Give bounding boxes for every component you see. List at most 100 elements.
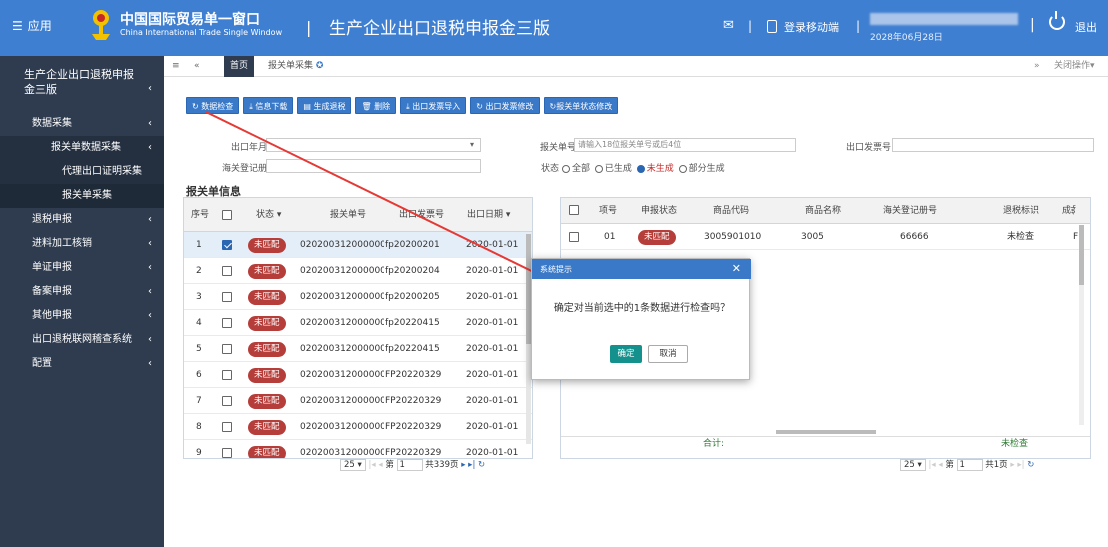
radio-label: 全部 bbox=[572, 164, 591, 174]
page-input[interactable]: 1 bbox=[956, 459, 983, 471]
table-row[interactable]: 01 未匹配 3005901010 3005 66666 未检查 F bbox=[561, 224, 1090, 250]
row-checkbox[interactable] bbox=[222, 370, 232, 380]
sidebar-item-other[interactable]: 其他申报 ‹ bbox=[0, 304, 164, 328]
brand-name-cn: 中国国际贸易单一窗口 bbox=[120, 12, 260, 28]
row-checkbox[interactable] bbox=[222, 318, 232, 328]
sidebar-item-decl-collection[interactable]: 报关单采集 bbox=[0, 184, 164, 208]
status-partial-radio[interactable] bbox=[678, 164, 687, 173]
row-checkbox[interactable] bbox=[222, 292, 232, 302]
mobile-login-link[interactable]: 登录移动端 bbox=[784, 19, 839, 35]
row-checkbox[interactable] bbox=[569, 232, 579, 242]
app-menu-button[interactable]: ☰ 应用 bbox=[12, 17, 52, 34]
first-page-icon[interactable]: |◂ bbox=[929, 460, 936, 470]
decl-no-input[interactable]: 请输入18位报关单号或后4位 bbox=[574, 138, 796, 152]
customs-reg-input[interactable] bbox=[266, 159, 481, 173]
cancel-button[interactable]: 取消 bbox=[648, 345, 688, 363]
ok-button[interactable]: 确定 bbox=[610, 345, 642, 363]
sidebar-item-config[interactable]: 配置 ‹ bbox=[0, 352, 164, 376]
invoice-edit-button[interactable]: ↻ 出口发票修改 bbox=[470, 97, 540, 114]
info-download-button[interactable]: ⤓ 信息下载 bbox=[243, 97, 294, 114]
decl-status-edit-button[interactable]: ↻报关单状态修改 bbox=[543, 97, 619, 114]
row-checkbox[interactable] bbox=[222, 266, 232, 276]
table-row[interactable]: 5 未匹配 02020031200000005fp20220415 2020-01-0… bbox=[184, 336, 532, 362]
row-checkbox[interactable] bbox=[222, 344, 232, 354]
tab-decl-collection[interactable]: 报关单采集 ✪ bbox=[268, 56, 323, 77]
sidebar-item-audit[interactable]: 出口退税联网稽查系统 ‹ bbox=[0, 328, 164, 352]
sidebar-item-tax-refund[interactable]: 退税申报 ‹ bbox=[0, 208, 164, 232]
row-checkbox[interactable] bbox=[222, 422, 232, 432]
prev-page-icon[interactable]: ◂ bbox=[938, 460, 942, 470]
delete-button[interactable]: 🗑 删除 bbox=[355, 97, 397, 114]
chevron-left-icon: ‹ bbox=[148, 286, 152, 297]
sidebar-item-label: 退税申报 bbox=[32, 214, 72, 225]
first-page-icon[interactable]: |◂ bbox=[369, 460, 376, 470]
page-size-select[interactable]: 25 ▾ bbox=[340, 459, 366, 471]
table-row[interactable]: 6 未匹配 02020031200000005FP20220329 2020-01-0… bbox=[184, 362, 532, 388]
header-divider: | bbox=[748, 19, 753, 33]
sidebar-item-decl-data-collection[interactable]: 报关单数据采集 ‹ bbox=[0, 136, 164, 160]
generate-refund-button[interactable]: ▤ 生成退税 bbox=[297, 97, 352, 114]
sidebar-item-label: 备案申报 bbox=[32, 286, 72, 297]
table-row[interactable]: 4 未匹配 02020031200000004fp20220415 2020-01-0… bbox=[184, 310, 532, 336]
next-page-icon[interactable]: ▸ bbox=[461, 460, 465, 470]
table-row[interactable]: 9 未匹配 02020031200000005FP20220329 2020-01-0… bbox=[184, 440, 532, 458]
close-icon[interactable]: ✕ bbox=[732, 262, 741, 275]
invoice-import-button[interactable]: ⤓ 出口发票导入 bbox=[400, 97, 467, 114]
col-date[interactable]: 出口日期 ▾ bbox=[467, 198, 510, 232]
status-not-generated-radio[interactable] bbox=[636, 164, 645, 173]
tab-home[interactable]: 首页 bbox=[224, 56, 255, 77]
status-badge: 未匹配 bbox=[248, 446, 286, 458]
sidebar-item-agency-proof[interactable]: 代理出口证明采集 bbox=[0, 160, 164, 184]
select-all-checkbox[interactable] bbox=[222, 210, 232, 220]
refresh-icon[interactable]: ↻ bbox=[478, 460, 485, 470]
page-size-select[interactable]: 25 ▾ bbox=[900, 459, 926, 471]
table-row[interactable]: 8 未匹配 02020031200000005FP20220329 2020-01-0… bbox=[184, 414, 532, 440]
refresh-icon[interactable]: ↻ bbox=[1027, 460, 1034, 470]
status-badge: 未匹配 bbox=[248, 368, 286, 383]
tab-scroll-left-icon[interactable]: « bbox=[194, 56, 200, 77]
declaration-table: 序号 状态 ▾ 报关单号 出口发票号 出口日期 ▾ 1 未匹配 0202003120… bbox=[183, 197, 533, 459]
last-page-icon[interactable]: ▸| bbox=[1017, 460, 1024, 470]
scrollbar[interactable] bbox=[1079, 225, 1084, 425]
sidebar-item-filing[interactable]: 备案申报 ‹ bbox=[0, 280, 164, 304]
row-checkbox[interactable] bbox=[222, 240, 232, 250]
logout-button[interactable]: 退出 bbox=[1075, 19, 1097, 35]
invoice-no-label: 出口发票号 bbox=[846, 143, 892, 153]
user-name-redacted bbox=[870, 13, 1018, 25]
table-row[interactable]: 3 未匹配 02020031200000004fp20200205 2020-01-0… bbox=[184, 284, 532, 310]
login-date: 2028年06月28日 bbox=[870, 33, 943, 43]
sidebar-item-data-collection[interactable]: 数据采集 ‹ bbox=[0, 112, 164, 136]
power-icon[interactable] bbox=[1049, 11, 1065, 30]
prev-page-icon[interactable]: ◂ bbox=[378, 460, 382, 470]
export-month-select[interactable]: ▾ bbox=[266, 138, 481, 152]
status-label: 状态 bbox=[541, 164, 560, 174]
cell-no: 7 bbox=[196, 396, 202, 406]
hamburger-icon[interactable]: ≡ bbox=[172, 56, 180, 77]
last-page-icon[interactable]: ▸| bbox=[468, 460, 475, 470]
row-checkbox[interactable] bbox=[222, 448, 232, 458]
status-generated-radio[interactable] bbox=[594, 164, 603, 173]
col-code: 商品代码 bbox=[713, 206, 750, 216]
mail-icon[interactable]: ✉ bbox=[723, 18, 734, 33]
invoice-no-input[interactable] bbox=[892, 138, 1094, 152]
data-check-button[interactable]: ↻ 数据检查 bbox=[186, 97, 240, 114]
row-checkbox[interactable] bbox=[222, 396, 232, 406]
sidebar-item-documents[interactable]: 单证申报 ‹ bbox=[0, 256, 164, 280]
table-row[interactable]: 1 未匹配 02020031200000004fp20200201 2020-01-0… bbox=[184, 232, 532, 258]
scrollbar-thumb[interactable] bbox=[1079, 225, 1084, 285]
select-all-checkbox[interactable] bbox=[569, 205, 579, 215]
right-pager: 25 ▾ |◂ ◂ 第 1 共1页 ▸ ▸| ↻ bbox=[900, 458, 1034, 472]
table-row[interactable]: 2 未匹配 02020031200000004fp20200204 2020-01-0… bbox=[184, 258, 532, 284]
col-status[interactable]: 状态 ▾ bbox=[256, 198, 281, 232]
tab-scroll-right-icon[interactable]: » bbox=[1034, 56, 1040, 77]
mobile-icon[interactable] bbox=[767, 20, 777, 33]
next-page-icon[interactable]: ▸ bbox=[1010, 460, 1014, 470]
close-icon[interactable]: ✪ bbox=[316, 61, 324, 71]
chevron-left-icon[interactable]: ‹ bbox=[148, 83, 152, 94]
sidebar-item-processing[interactable]: 进料加工核销 ‹ bbox=[0, 232, 164, 256]
horizontal-scrollbar[interactable] bbox=[776, 430, 876, 434]
page-input[interactable]: 1 bbox=[396, 459, 423, 471]
close-ops-dropdown[interactable]: 关闭操作▾ bbox=[1054, 56, 1095, 77]
status-all-radio[interactable] bbox=[562, 164, 570, 173]
table-row[interactable]: 7 未匹配 02020031200000005FP20220329 2020-01-0… bbox=[184, 388, 532, 414]
